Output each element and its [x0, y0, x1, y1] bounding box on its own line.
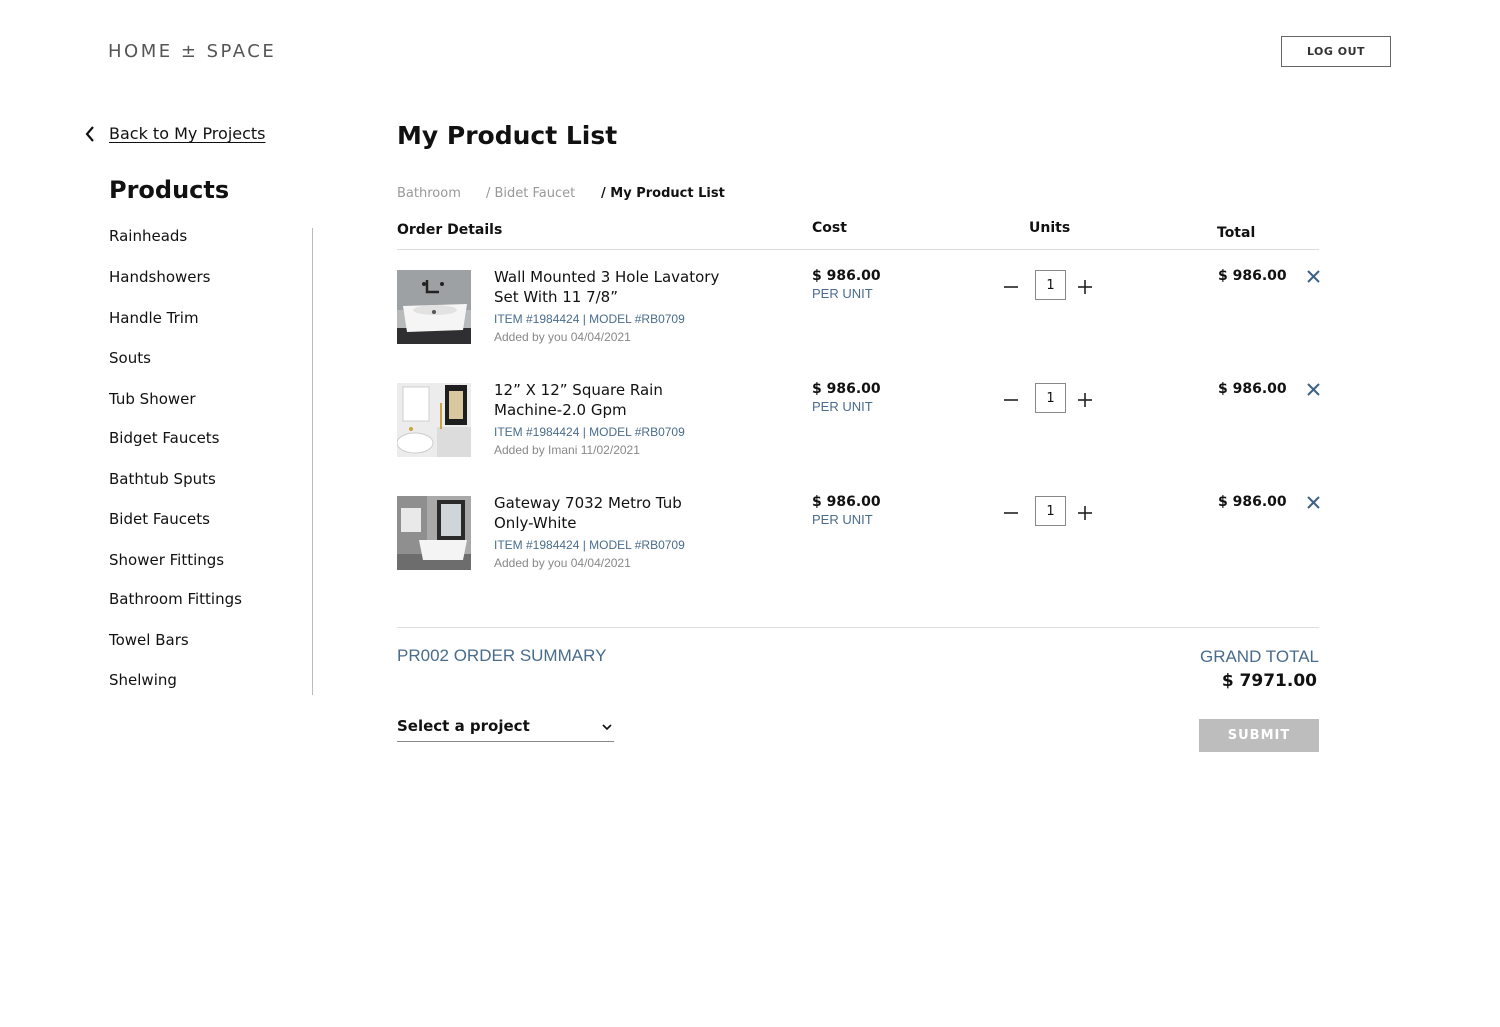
sidebar-title: Products	[109, 176, 230, 204]
product-name[interactable]: Wall Mounted 3 Hole Lavatory Set With 11…	[494, 267, 724, 307]
remove-item-icon[interactable]	[1307, 270, 1320, 283]
sidebar-item-bathtub-sputs[interactable]: Bathtub Sputs	[109, 470, 216, 488]
sidebar-divider	[312, 228, 313, 695]
grand-total-label: GRAND TOTAL	[1199, 647, 1319, 666]
back-to-projects-link[interactable]: Back to My Projects	[84, 124, 266, 143]
project-select-label: Select a project	[397, 717, 530, 735]
sidebar-item-shower-fittings[interactable]: Shower Fittings	[109, 551, 224, 569]
summary-divider	[397, 627, 1319, 628]
row-total: $ 986.00	[1218, 268, 1287, 284]
row-total: $ 986.00	[1218, 381, 1287, 397]
product-image-sink[interactable]	[397, 270, 471, 344]
back-link-label: Back to My Projects	[109, 124, 266, 143]
unit-price: $ 986.00	[812, 381, 881, 397]
product-name[interactable]: 12” X 12” Square Rain Machine-2.0 Gpm	[494, 380, 724, 420]
product-item-model: ITEM #1984424 | MODEL #RB0709	[494, 425, 685, 439]
brand-logo: HOME ± SPACE	[108, 41, 277, 62]
per-unit-label: PER UNIT	[812, 399, 873, 414]
increase-quantity-icon[interactable]	[1076, 278, 1094, 296]
row-total: $ 986.00	[1218, 494, 1287, 510]
sidebar-item-handle-trim[interactable]: Handle Trim	[109, 309, 199, 327]
sidebar-item-shelwing[interactable]: Shelwing	[109, 671, 177, 689]
column-header-cost: Cost	[812, 220, 847, 236]
product-item-model: ITEM #1984424 | MODEL #RB0709	[494, 312, 685, 326]
order-summary-label: PR002 ORDER SUMMARY	[397, 646, 607, 665]
quantity-input[interactable]	[1035, 270, 1066, 300]
increase-quantity-icon[interactable]	[1076, 391, 1094, 409]
breadcrumb-current: / My Product List	[601, 186, 725, 201]
header-divider	[397, 249, 1319, 250]
product-image-tub[interactable]	[397, 496, 471, 570]
quantity-input[interactable]	[1035, 383, 1066, 413]
per-unit-label: PER UNIT	[812, 286, 873, 301]
product-item-model: ITEM #1984424 | MODEL #RB0709	[494, 538, 685, 552]
sidebar-item-bidet-faucets[interactable]: Bidet Faucets	[109, 510, 210, 528]
per-unit-label: PER UNIT	[812, 512, 873, 527]
product-name[interactable]: Gateway 7032 Metro Tub Only-White	[494, 493, 724, 533]
sidebar-item-tub-shower[interactable]: Tub Shower	[109, 390, 196, 408]
sidebar-item-bidget-faucets[interactable]: Bidget Faucets	[109, 429, 220, 447]
page-title: My Product List	[397, 121, 618, 150]
sidebar-item-towel-bars[interactable]: Towel Bars	[109, 631, 189, 649]
increase-quantity-icon[interactable]	[1076, 504, 1094, 522]
grand-total-value: $ 7971.00	[1221, 671, 1317, 691]
breadcrumb-bidet-faucet[interactable]: / Bidet Faucet	[486, 186, 575, 201]
product-added-by: Added by you 04/04/2021	[494, 556, 631, 570]
table-row: Wall Mounted 3 Hole Lavatory Set With 11…	[397, 267, 1320, 370]
product-image-shower[interactable]	[397, 383, 471, 457]
sidebar-item-rainheads[interactable]: Rainheads	[109, 227, 187, 245]
sidebar-item-bathroom-fittings[interactable]: Bathroom Fittings	[109, 590, 242, 608]
table-row: 12” X 12” Square Rain Machine-2.0 Gpm IT…	[397, 380, 1320, 483]
decrease-quantity-icon[interactable]	[1002, 390, 1020, 408]
sidebar-item-souts[interactable]: Souts	[109, 349, 151, 367]
remove-item-icon[interactable]	[1307, 383, 1320, 396]
product-added-by: Added by Imani 11/02/2021	[494, 443, 640, 457]
project-select[interactable]: Select a project	[397, 716, 614, 742]
breadcrumb-bathroom[interactable]: Bathroom	[397, 186, 461, 201]
unit-price: $ 986.00	[812, 494, 881, 510]
product-added-by: Added by you 04/04/2021	[494, 330, 631, 344]
column-header-units: Units	[1029, 220, 1071, 236]
remove-item-icon[interactable]	[1307, 496, 1320, 509]
logout-button[interactable]: LOG OUT	[1281, 36, 1391, 67]
chevron-left-icon	[85, 125, 94, 142]
decrease-quantity-icon[interactable]	[1002, 277, 1020, 295]
chevron-down-icon	[602, 724, 612, 731]
column-header-order-details: Order Details	[397, 222, 503, 238]
column-header-total: Total	[1217, 225, 1256, 241]
sidebar-item-handshowers[interactable]: Handshowers	[109, 268, 210, 286]
submit-button[interactable]: SUBMIT	[1199, 719, 1319, 752]
unit-price: $ 986.00	[812, 268, 881, 284]
table-row: Gateway 7032 Metro Tub Only-White ITEM #…	[397, 493, 1320, 596]
quantity-input[interactable]	[1035, 496, 1066, 526]
decrease-quantity-icon[interactable]	[1002, 503, 1020, 521]
